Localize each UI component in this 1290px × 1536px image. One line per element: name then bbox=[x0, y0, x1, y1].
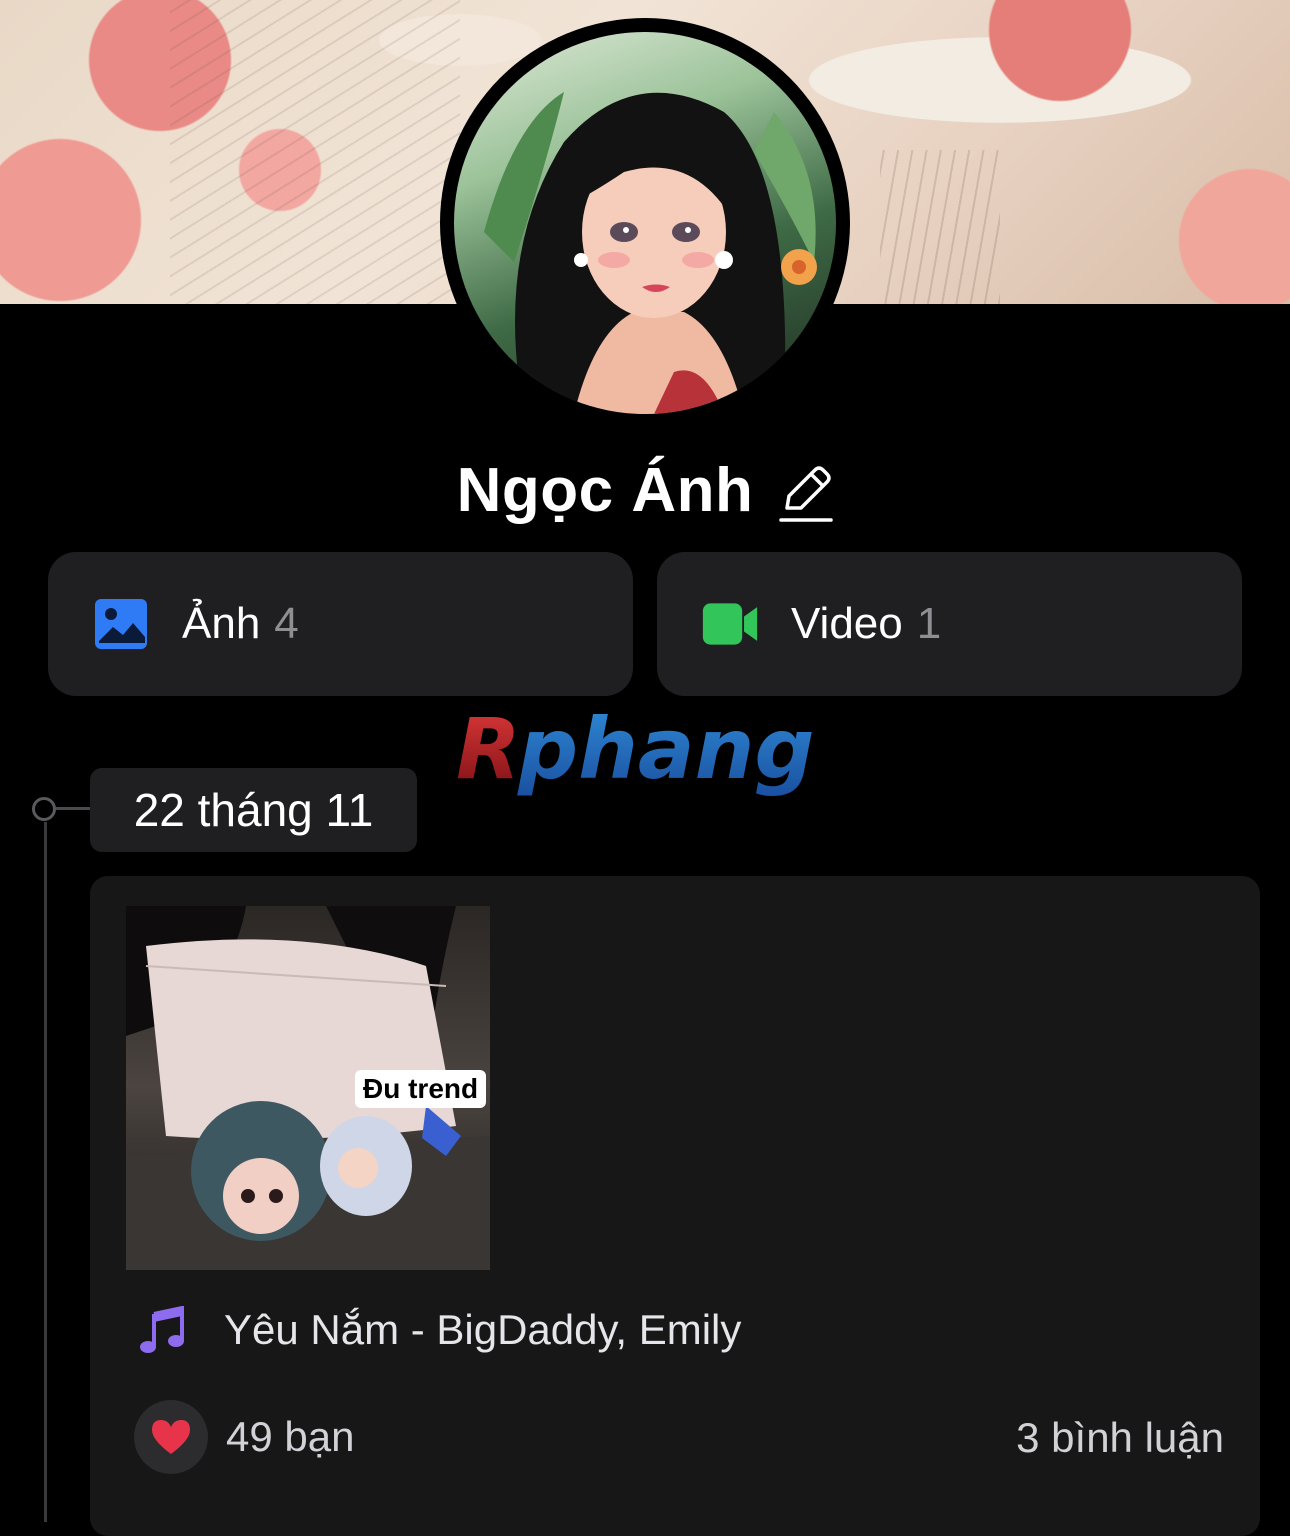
comments-link[interactable]: 3 bình luận bbox=[1016, 1414, 1224, 1462]
profile-header: Ngọc Ánh bbox=[0, 450, 1290, 530]
edit-name-button[interactable] bbox=[779, 462, 834, 524]
videos-label: Video bbox=[791, 599, 903, 648]
likes-count: 49 bạn bbox=[226, 1413, 355, 1460]
timeline-dot bbox=[32, 797, 56, 821]
post-thumbnail[interactable]: Đu trend bbox=[126, 906, 490, 1270]
videos-count: 1 bbox=[916, 599, 942, 648]
cover-book-pattern bbox=[170, 0, 460, 304]
photo-icon bbox=[92, 597, 150, 651]
pencil-icon bbox=[779, 466, 834, 522]
post-card: Đu trend Yêu Nắm - BigDaddy, Emily 49 bạ… bbox=[90, 876, 1260, 1536]
photos-button[interactable]: Ảnh 4 bbox=[48, 552, 633, 696]
watermark-text: phang bbox=[517, 700, 815, 798]
music-note-icon bbox=[138, 1306, 186, 1354]
video-camera-icon bbox=[701, 597, 759, 651]
watermark-logo: R phang bbox=[456, 700, 815, 798]
profile-name: Ngọc Ánh bbox=[456, 455, 754, 525]
likes-row[interactable]: 49 bạn bbox=[134, 1400, 354, 1474]
videos-button[interactable]: Video 1 bbox=[657, 552, 1242, 696]
music-row[interactable]: Yêu Nắm - BigDaddy, Emily bbox=[138, 1300, 741, 1360]
like-button[interactable] bbox=[134, 1400, 208, 1474]
timeline-connector bbox=[56, 807, 92, 810]
post-tag: Đu trend bbox=[355, 1070, 487, 1108]
music-title: Yêu Nắm - BigDaddy, Emily bbox=[224, 1306, 742, 1353]
cover-book-pattern-right bbox=[880, 150, 1000, 304]
avatar[interactable] bbox=[440, 18, 850, 428]
timeline-date: 22 tháng 11 bbox=[90, 768, 417, 852]
watermark-letter-r: R bbox=[456, 700, 521, 798]
photos-count: 4 bbox=[274, 599, 299, 648]
heart-icon bbox=[152, 1420, 190, 1454]
timeline-line bbox=[44, 822, 47, 1522]
avatar-image bbox=[454, 32, 836, 414]
photos-label: Ảnh bbox=[182, 599, 261, 648]
